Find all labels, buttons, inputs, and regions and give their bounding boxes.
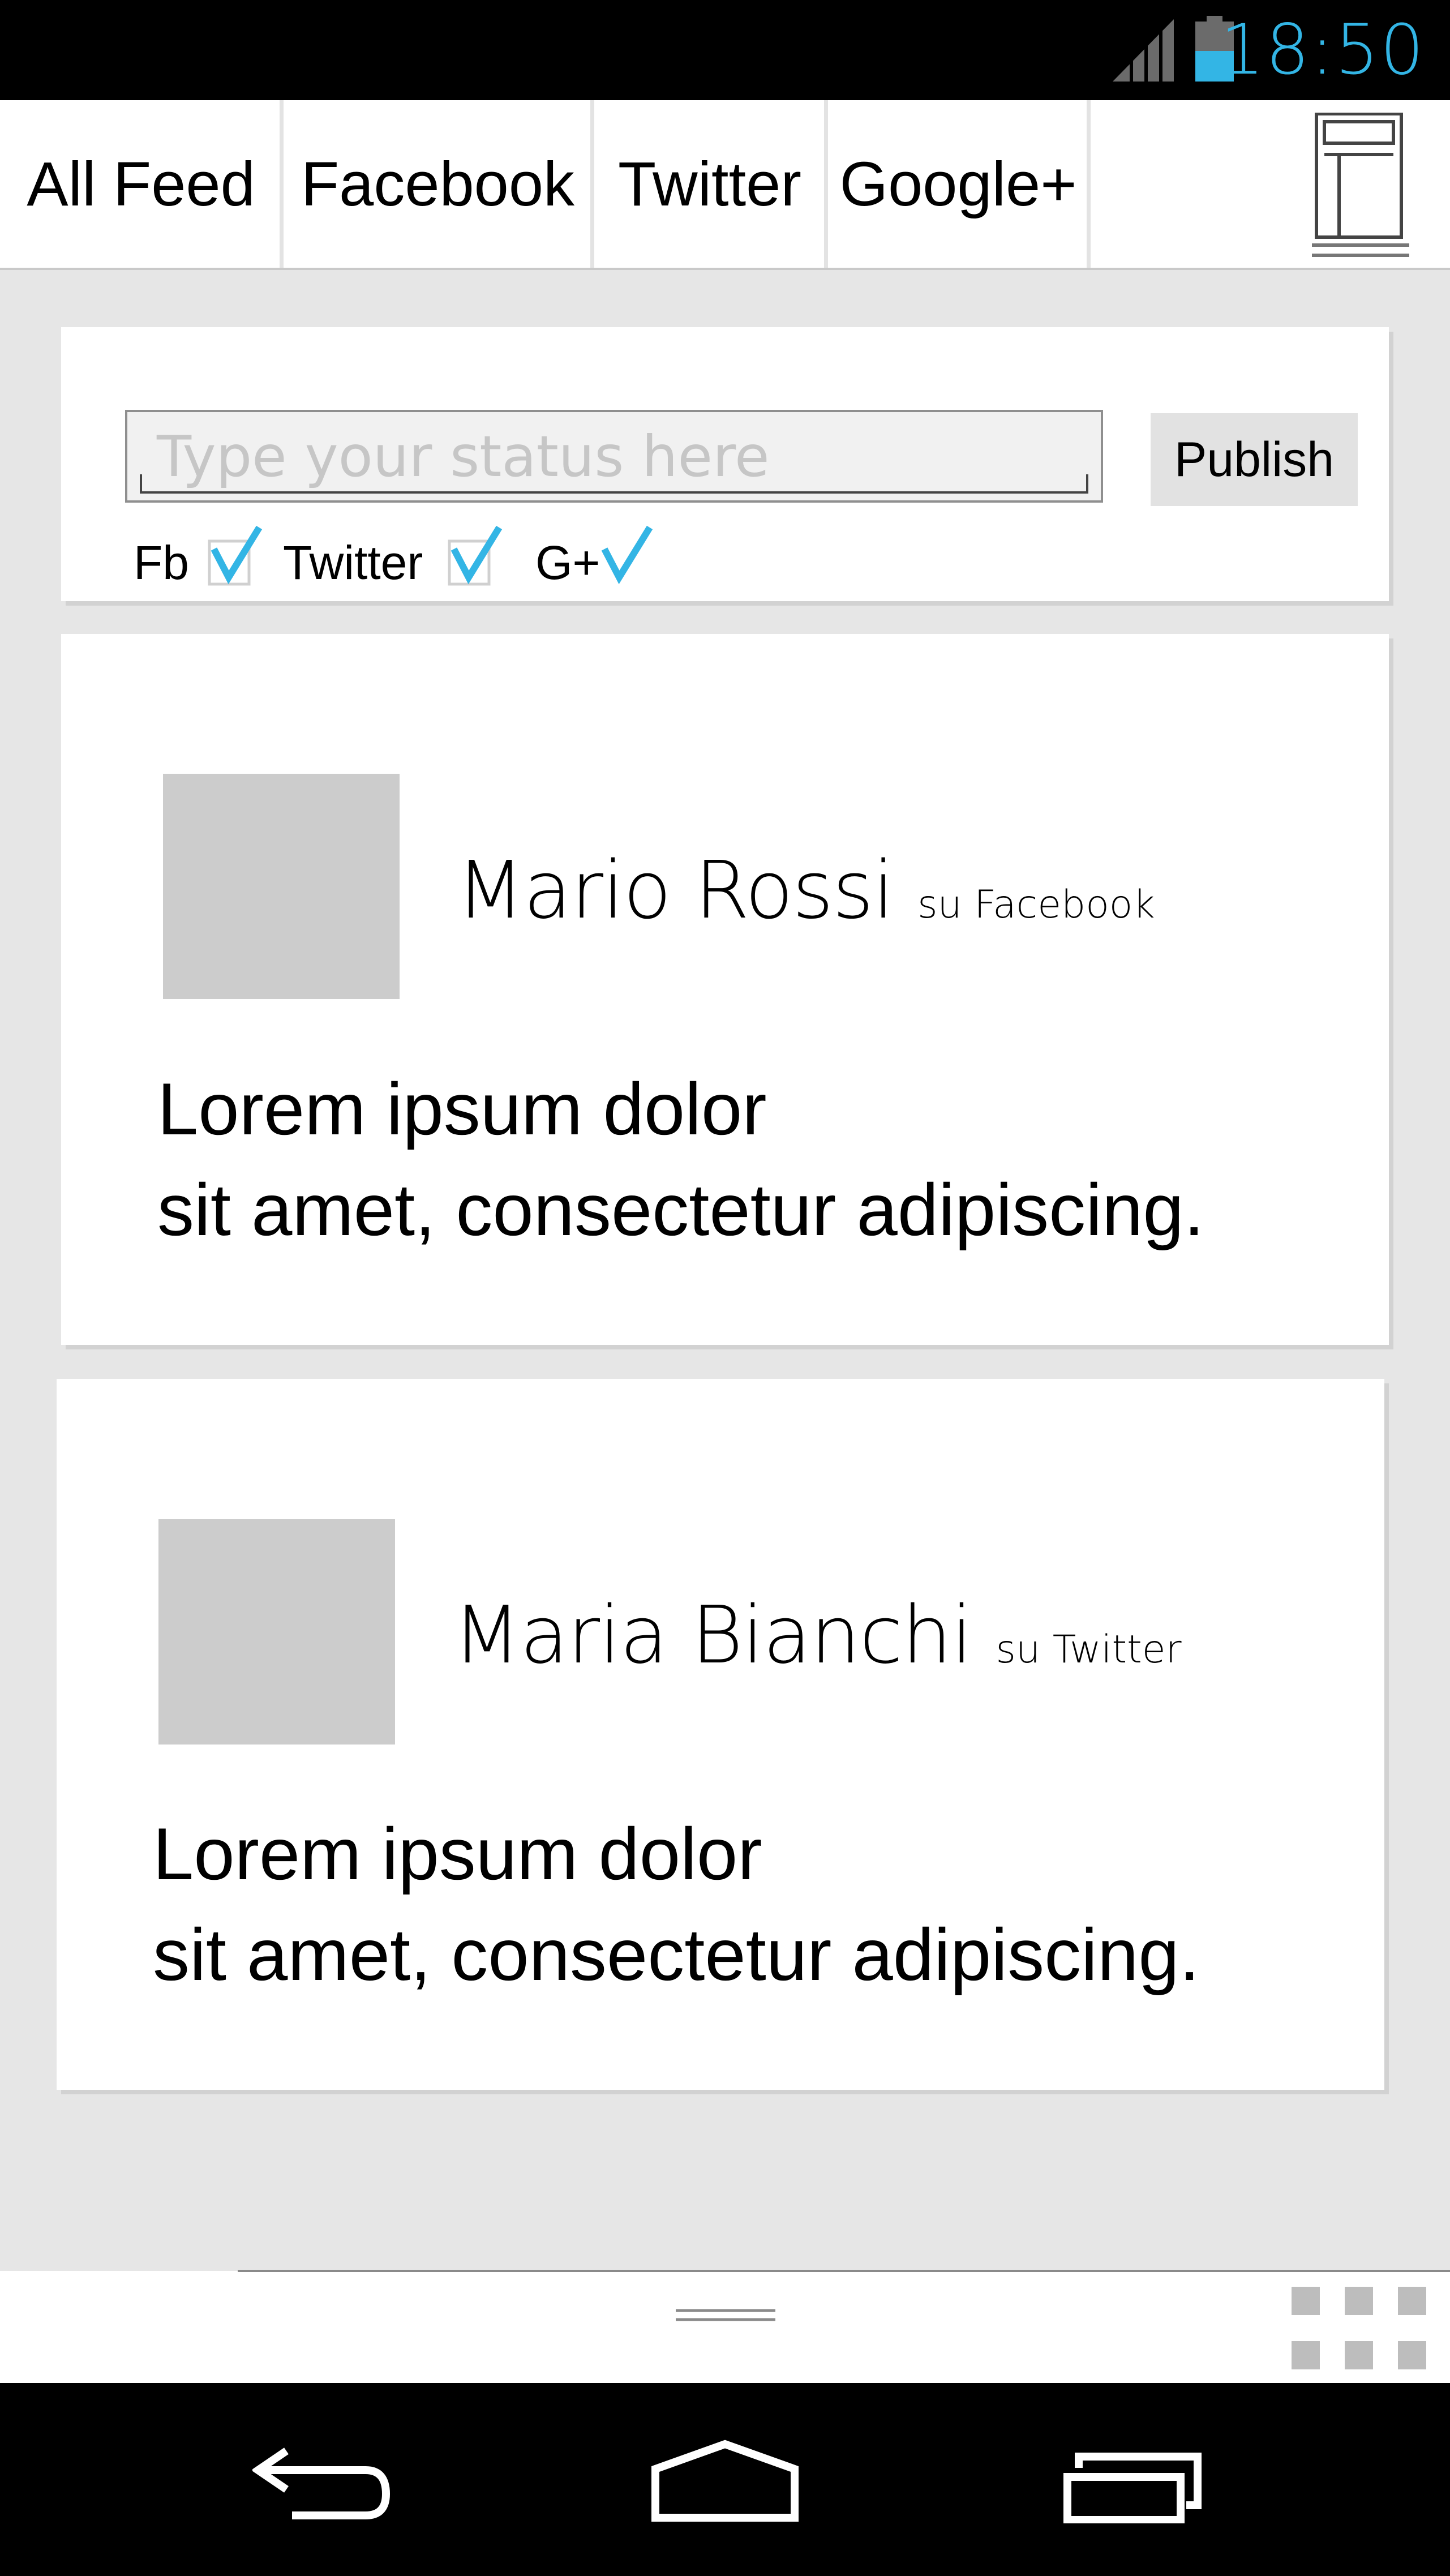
drawer-divider [238, 2270, 1450, 2272]
publish-button[interactable]: Publish [1151, 413, 1358, 506]
avatar [163, 774, 400, 999]
bottom-drawer-bar [0, 2271, 1450, 2384]
network-label-fb: Fb [134, 536, 190, 589]
fb-checkbox[interactable] [207, 524, 264, 586]
tab-google-plus[interactable]: Google+ [828, 100, 1088, 268]
tab-divider [824, 100, 828, 268]
post-text-line: Lorem ipsum dolor [153, 1812, 762, 1895]
text-cursor-baseline [140, 474, 1088, 494]
author-name: Mario Rossi [456, 845, 895, 937]
app-grid-icon[interactable] [1292, 2287, 1427, 2372]
tab-label: Google+ [839, 149, 1077, 219]
tab-label: Facebook [301, 149, 575, 219]
tab-label: All Feed [27, 149, 255, 219]
tab-bar: All Feed Facebook Twitter Google+ [0, 100, 1450, 270]
drag-handle-icon[interactable] [676, 2307, 775, 2324]
tab-label: Twitter [618, 149, 801, 219]
post-text-line: sit amet, consectetur adipiscing. [157, 1168, 1204, 1251]
post-text-line: Lorem ipsum dolor [157, 1068, 767, 1150]
tab-divider [1087, 100, 1091, 268]
recent-apps-icon[interactable] [1062, 2451, 1203, 2523]
network-label-twitter: Twitter [283, 536, 423, 589]
post-source: su Twitter [996, 1627, 1182, 1672]
post-author: Maria Bianchi su Twitter [453, 1589, 1182, 1682]
gplus-checkbox[interactable] [598, 524, 654, 586]
home-icon[interactable] [651, 2440, 799, 2522]
status-input[interactable]: Type your status here [125, 410, 1103, 503]
tab-divider [590, 100, 594, 268]
post-text-line: sit amet, consectetur adipiscing. [153, 1913, 1200, 1996]
status-bar: 18:50 [0, 0, 1450, 100]
tab-divider [280, 100, 284, 268]
back-icon[interactable] [252, 2445, 394, 2524]
post-author: Mario Rossi su Facebook [456, 845, 1155, 937]
author-name: Maria Bianchi [453, 1589, 973, 1682]
layout-toggle-icon[interactable] [1312, 113, 1413, 261]
signal-icon [1113, 19, 1174, 82]
navigation-bar [0, 2383, 1450, 2576]
twitter-checkbox[interactable] [447, 524, 504, 586]
tab-facebook[interactable]: Facebook [284, 100, 592, 268]
tab-twitter[interactable]: Twitter [594, 100, 825, 268]
post-source: su Facebook [917, 882, 1155, 927]
clock: 18:50 [1220, 10, 1425, 90]
tab-all-feed[interactable]: All Feed [0, 100, 282, 268]
network-label-gplus: G+ [535, 536, 600, 589]
avatar [158, 1519, 395, 1745]
